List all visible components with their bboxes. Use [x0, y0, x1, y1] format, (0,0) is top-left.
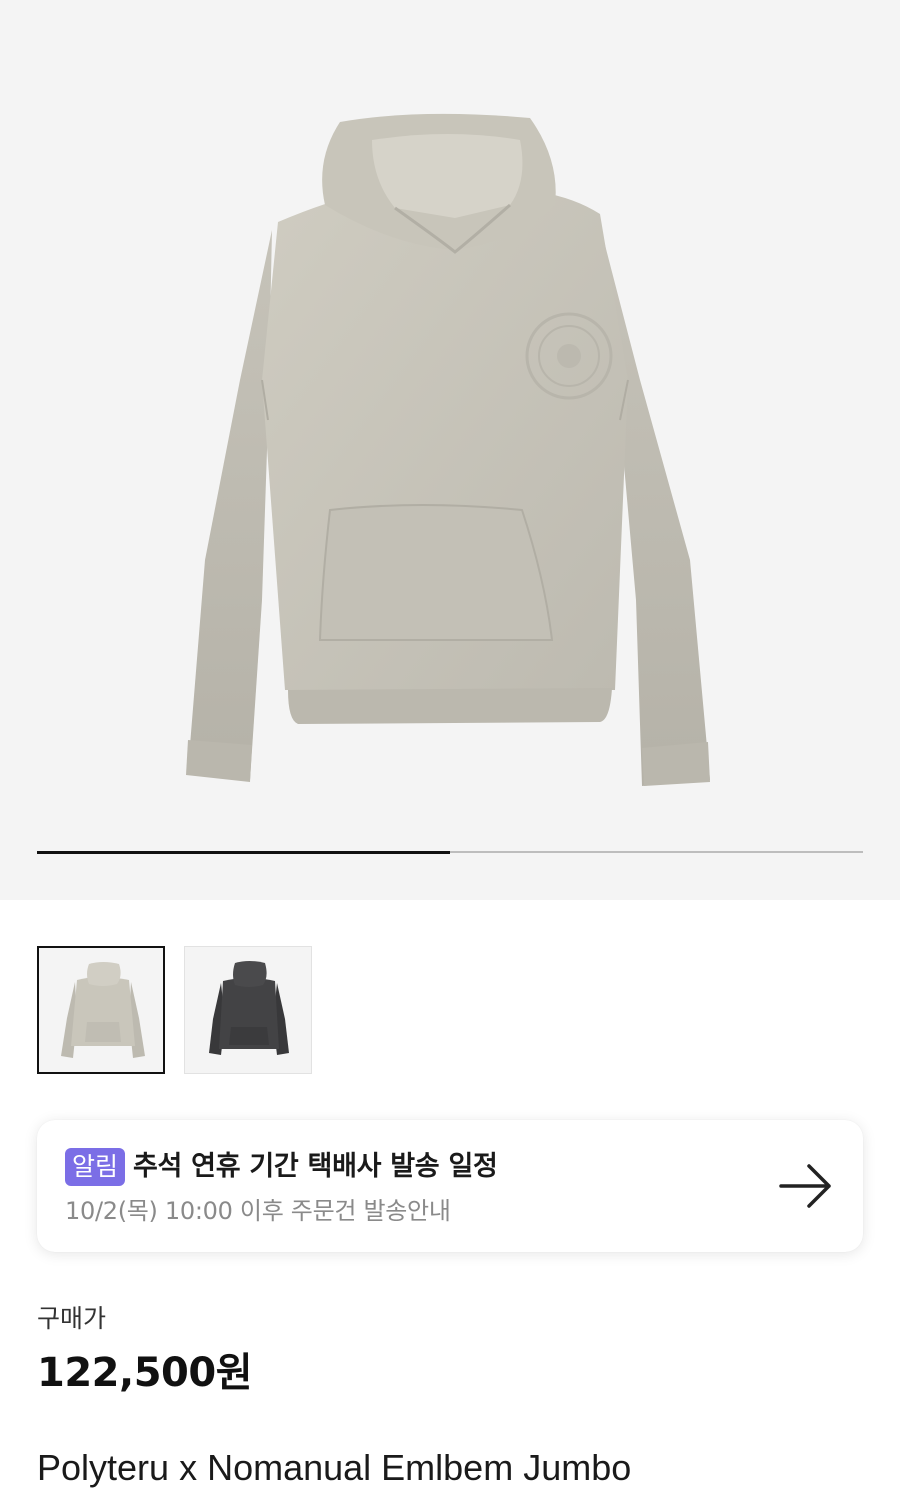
price-value: 122,500원 — [37, 1350, 253, 1396]
hoodie-image — [186, 113, 710, 786]
notice-subtitle: 10/2(목) 10:00 이후 주문건 발송안내 — [65, 1197, 451, 1225]
beige-hoodie-thumbnail-image — [61, 962, 145, 1058]
notice-title: 추석 연휴 기간 택배사 발송 일정 — [133, 1151, 498, 1182]
thumbnail-beige-hoodie[interactable] — [37, 946, 165, 1074]
thumbnail-list — [37, 946, 312, 1074]
thumbnail-charcoal-hoodie[interactable] — [184, 946, 312, 1074]
arrow-right-icon[interactable] — [777, 1160, 837, 1212]
notice-badge: 알림 — [65, 1148, 126, 1186]
product-image-carousel[interactable] — [0, 0, 900, 900]
price-label: 구매가 — [37, 1304, 107, 1333]
charcoal-hoodie-thumbnail-image — [209, 961, 289, 1055]
carousel-progress-track — [37, 850, 863, 854]
carousel-progress-fill — [37, 850, 450, 854]
notice-card[interactable]: 알림 추석 연휴 기간 택배사 발송 일정 10/2(목) 10:00 이후 주… — [37, 1120, 863, 1252]
product-name: Polyteru x Nomanual Emlbem Jumbo — [37, 1447, 632, 1488]
